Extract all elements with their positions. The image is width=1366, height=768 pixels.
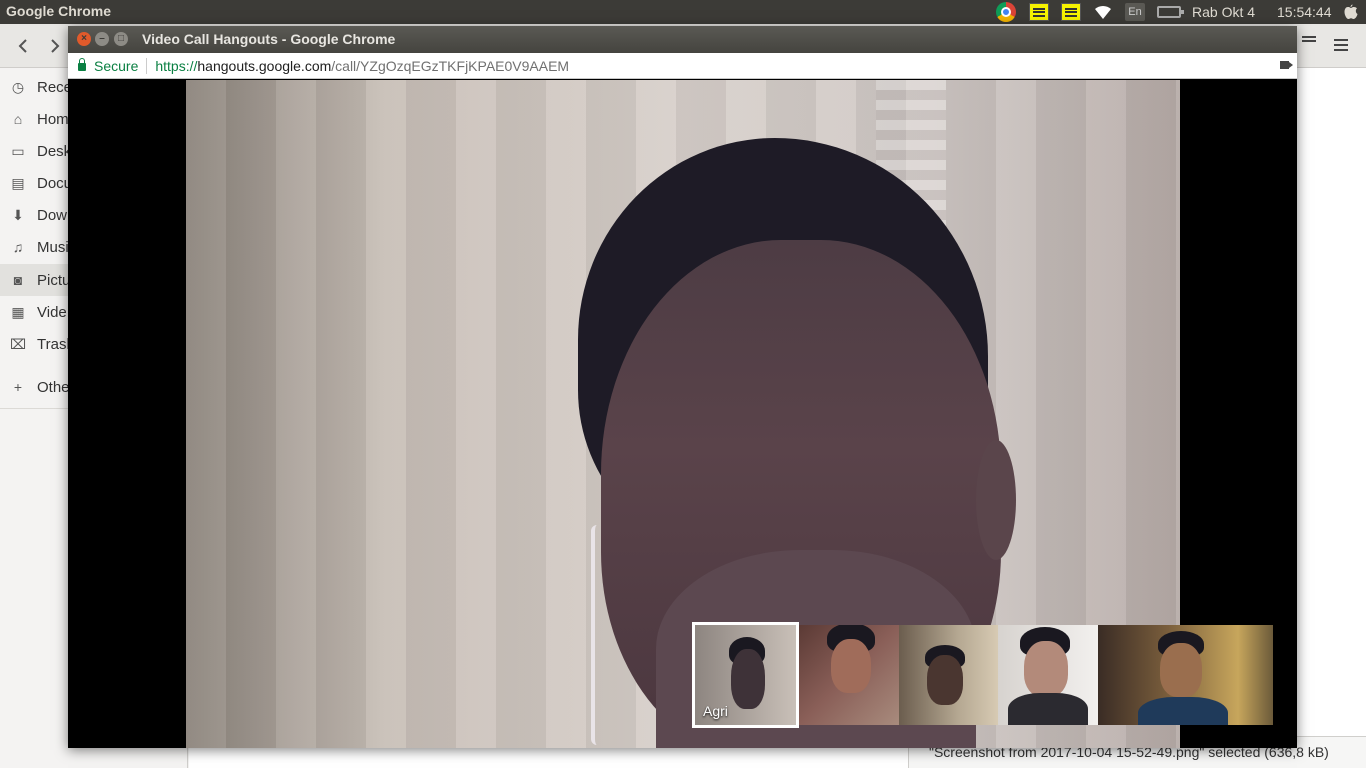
active-app-name: Google Chrome [6, 3, 112, 19]
close-window-button[interactable]: × [77, 32, 91, 46]
panel-clock[interactable]: 15:54:44 [1277, 0, 1332, 24]
trash-icon: ⌧ [10, 335, 27, 352]
tray-notes-indicator-2[interactable] [1061, 0, 1081, 24]
forward-button[interactable] [42, 34, 68, 58]
top-panel: Google Chrome En Rab Okt 4 15:54:44 [0, 0, 1366, 24]
tray-chrome-indicator[interactable] [996, 0, 1016, 24]
documents-icon: ▤ [11, 174, 25, 191]
sidebar-item-label: Docu [37, 174, 73, 192]
lock-icon[interactable] [78, 58, 86, 71]
sidebar-item-label: Vide [37, 303, 67, 321]
chrome-popup-window: × – □ Video Call Hangouts - Google Chrom… [68, 26, 1297, 748]
hamburger-menu-button[interactable] [1328, 32, 1354, 58]
minimize-window-button[interactable]: – [95, 32, 109, 46]
view-options-button[interactable] [1300, 32, 1326, 58]
notes-icon [1061, 3, 1081, 21]
sidebar-item-label: Hom [37, 110, 69, 128]
participant-thumbnail[interactable] [998, 625, 1098, 725]
chrome-icon [996, 2, 1016, 22]
sidebar-item-label: Musi [37, 238, 69, 256]
desktop-icon: ▭ [11, 142, 25, 159]
battery-icon[interactable] [1157, 0, 1184, 24]
sidebar-item-label: Rece [37, 78, 73, 96]
music-icon: ♫ [12, 239, 24, 255]
sidebar-item-label: Othe [37, 378, 70, 396]
back-button[interactable] [10, 34, 36, 58]
video-participant-ear [976, 440, 1016, 560]
panel-date[interactable]: Rab Okt 4 [1192, 0, 1255, 24]
sidebar-item-label: Dow [37, 206, 68, 224]
video-call-area: Agri [68, 80, 1297, 748]
plus-icon: + [13, 379, 23, 395]
window-title: Video Call Hangouts - Google Chrome [142, 31, 396, 47]
sidebar-item-label: Pictu [37, 271, 71, 289]
url-path: /call/YZgOzqEGzTKFjKPAE0V9AAEM [331, 57, 570, 74]
keyboard-layout-indicator[interactable]: En [1125, 0, 1145, 24]
participant-name: Agri [703, 703, 728, 719]
recent-icon: ◷ [11, 78, 25, 95]
pictures-icon: ◙ [13, 272, 23, 288]
participant-thumbnail[interactable]: Agri [692, 622, 800, 728]
participant-thumbnails: Agri [692, 622, 1274, 728]
tray-notes-indicator[interactable] [1029, 0, 1049, 24]
participant-thumbnail[interactable] [898, 625, 999, 725]
window-titlebar[interactable]: × – □ Video Call Hangouts - Google Chrom… [68, 26, 1297, 53]
participant-thumbnail[interactable] [1097, 625, 1274, 725]
security-label[interactable]: Secure [94, 58, 138, 74]
videos-icon: ▦ [11, 303, 25, 320]
sidebar-item-label: Trasl [37, 335, 70, 353]
wifi-icon[interactable] [1093, 0, 1113, 24]
camera-in-use-icon[interactable] [1280, 61, 1293, 69]
home-icon: ⌂ [13, 111, 23, 127]
power-menu-icon[interactable] [1344, 0, 1358, 24]
participant-thumbnail[interactable] [799, 625, 899, 725]
earphone-cable [591, 525, 605, 745]
sidebar-item-label: Desk [37, 142, 72, 160]
url-host: hangouts.google.com [197, 57, 332, 74]
downloads-icon: ⬇ [12, 206, 24, 223]
notes-icon [1029, 3, 1049, 21]
keyboard-layout-label: En [1125, 3, 1145, 21]
maximize-window-button[interactable]: □ [114, 32, 128, 46]
address-divider [146, 57, 148, 74]
url-scheme: https:// [155, 57, 198, 74]
address-bar[interactable]: Secure https://hangouts.google.com/call/… [68, 53, 1297, 79]
